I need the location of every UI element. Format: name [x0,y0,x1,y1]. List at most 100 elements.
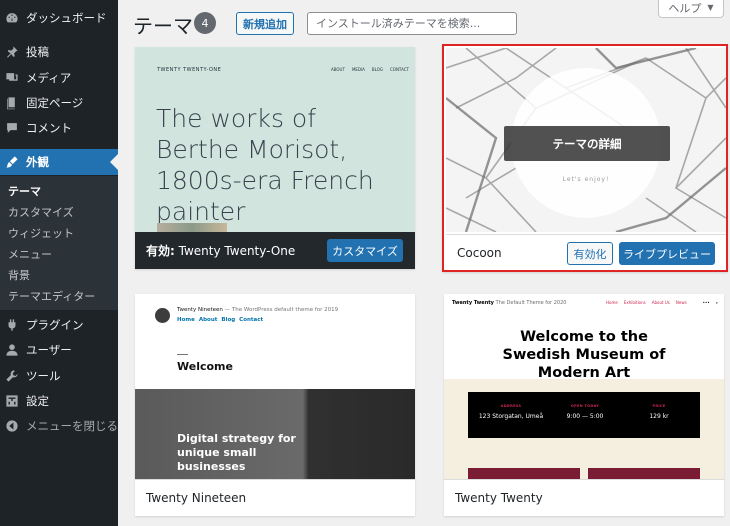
preview-site-title: TWENTY TWENTY-ONE [157,67,222,73]
preview-tagline: Let's enjoy! [562,176,610,183]
preview-nav-item: About Us [651,300,670,305]
preview-search-icon: ⌕ [715,300,718,305]
theme-details-overlay[interactable]: テーマの詳細 [504,126,670,161]
live-preview-button[interactable]: ライブプレビュー [619,242,715,265]
sidebar-item-tools[interactable]: ツール [0,363,118,389]
preview-info-value: 123 Storgatan, Umeå [478,413,544,420]
theme-search-input[interactable] [307,12,517,35]
sidebar-item-label: プラグイン [26,318,84,332]
theme-screenshot[interactable]: TWENTY TWENTY-ONE ABOUT MEDIA BLOG CONTA… [135,47,415,232]
sidebar-item-dashboard[interactable]: ダッシュボード [0,5,118,31]
sidebar-item-label: メディア [26,71,72,85]
preview-nav-item: BLOG [371,67,383,72]
preview-nav-item: Home [606,300,618,305]
page-title: テーマ [133,14,193,38]
sidebar-item-posts[interactable]: 投稿 [0,39,118,65]
active-label: 有効: [146,244,175,258]
preview-nav-item: ABOUT [331,67,345,72]
sidebar-item-appearance[interactable]: 外観 [0,149,118,175]
preview-site-tagline: — The WordPress default theme for 2019 [224,307,339,313]
preview-site-name: Twenty Nineteen [177,307,223,313]
preview-site-title: Twenty Twenty The Default Theme for 2020 [452,300,566,306]
submenu-item-widgets[interactable]: ウィジェット [8,225,74,241]
activate-button[interactable]: 有効化 [567,242,613,265]
submenu-item-menus[interactable]: メニュー [8,246,52,262]
sidebar-item-media[interactable]: メディア [0,65,118,91]
theme-card-twenty-twenty[interactable]: Twenty Twenty The Default Theme for 2020… [444,294,724,516]
preview-nav-item: Blog [221,317,236,323]
preview-nav: Home Exhibitions About Us News ••• ⌕ [606,300,718,305]
preview-site-name: Twenty Twenty [452,300,494,306]
preview-info-key: PRICE [652,404,666,408]
sidebar-item-label: ダッシュボード [26,11,107,25]
admin-sidebar: ダッシュボード 投稿 メディア 固定ページ コメント 外観 テーマ カスタマイズ… [0,0,118,526]
help-tab-button[interactable]: ヘルプ ▼ [658,0,724,18]
submenu-item-customize[interactable]: カスタマイズ [8,204,74,220]
preview-nav-item: About [198,317,218,323]
preview-hero-text: Digital strategy for unique small busine… [177,432,296,473]
brush-icon [5,155,19,169]
theme-name: Twenty Nineteen [146,491,247,505]
sidebar-item-comments[interactable]: コメント [0,115,118,141]
preview-nav-item: News [675,300,687,305]
sidebar-item-label: 設定 [26,394,49,408]
theme-actions-bar: Twenty Twenty [444,479,724,516]
submenu-item-themes[interactable]: テーマ [8,183,41,199]
media-icon [5,71,19,85]
preview-nav-item: MEDIA [351,67,365,72]
preview-info-table: ADDRESS 123 Storgatan, Umeå OPEN TODAY 9… [468,392,700,438]
plugin-icon [5,318,19,332]
preview-info-cell: ADDRESS 123 Storgatan, Umeå [476,404,546,420]
preview-nav-item: Home [177,317,195,323]
theme-card-twenty-twenty-one[interactable]: TWENTY TWENTY-ONE ABOUT MEDIA BLOG CONTA… [135,47,415,269]
customize-button[interactable]: カスタマイズ [327,239,403,262]
preview-site-title: Twenty Nineteen — The WordPress default … [177,307,338,313]
dashboard-icon [5,11,19,25]
theme-name: Twenty Twenty [455,491,543,505]
preview-nav-item: Contact [239,317,264,323]
settings-icon [5,394,19,408]
preview-hero-text-content: Welcome to the Swedish Museum of Modern … [502,329,666,381]
submenu-item-background[interactable]: 背景 [8,267,30,283]
theme-count-badge: 4 [194,12,216,34]
theme-actions-bar: Cocoon 有効化 ライブプレビュー [446,234,726,270]
preview-info-value: 129 kr [649,413,669,420]
wrench-icon [5,369,19,383]
preview-site-tagline: The Default Theme for 2020 [495,300,567,306]
theme-name: Cocoon [457,246,502,260]
sidebar-item-pages[interactable]: 固定ページ [0,90,118,116]
appearance-submenu: テーマ カスタマイズ ウィジェット メニュー 背景 テーマエディター [0,176,118,310]
sidebar-item-label: ツール [26,369,61,383]
preview-info-key: OPEN TODAY [570,404,600,408]
sidebar-item-users[interactable]: ユーザー [0,337,118,363]
theme-name: 有効: Twenty Twenty-One [135,242,295,259]
preview-menu-icon: ••• [702,300,710,305]
preview-info-cell: PRICE 129 kr [624,404,694,420]
theme-card-cocoon[interactable]: テーマの詳細 Let's enjoy! Cocoon 有効化 ライブプレビュー [442,44,728,272]
theme-name-text: Twenty Twenty-One [178,244,296,258]
preview-nav: ABOUT MEDIA BLOG CONTACT [331,67,409,72]
sidebar-item-label: 外観 [26,155,49,169]
help-label: ヘルプ [668,1,702,15]
theme-screenshot[interactable]: Twenty Twenty The Default Theme for 2020… [444,294,724,479]
sidebar-collapse-menu[interactable]: メニューを閉じる [0,413,118,439]
submenu-item-theme-editor[interactable]: テーマエディター [8,288,95,304]
preview-info-key: ADDRESS [500,404,522,408]
sidebar-item-plugins[interactable]: プラグイン [0,312,118,338]
user-icon [5,343,19,357]
preview-image-block [468,468,580,479]
comment-icon [5,121,19,135]
collapse-icon [5,419,19,433]
add-new-theme-button[interactable]: 新規追加 [236,12,294,35]
theme-card-twenty-nineteen[interactable]: Twenty Nineteen — The WordPress default … [135,294,415,516]
preview-welcome-heading: Welcome [177,360,233,373]
sidebar-item-settings[interactable]: 設定 [0,388,118,414]
page-icon [5,96,19,110]
sidebar-item-label: ユーザー [26,343,72,357]
preview-image-block [588,468,700,479]
caret-down-icon: ▼ [707,3,714,12]
wordpress-logo-icon [155,308,170,323]
theme-screenshot[interactable]: テーマの詳細 Let's enjoy! [446,48,726,232]
sidebar-item-label: 固定ページ [26,96,84,110]
theme-screenshot[interactable]: Twenty Nineteen — The WordPress default … [135,294,415,479]
